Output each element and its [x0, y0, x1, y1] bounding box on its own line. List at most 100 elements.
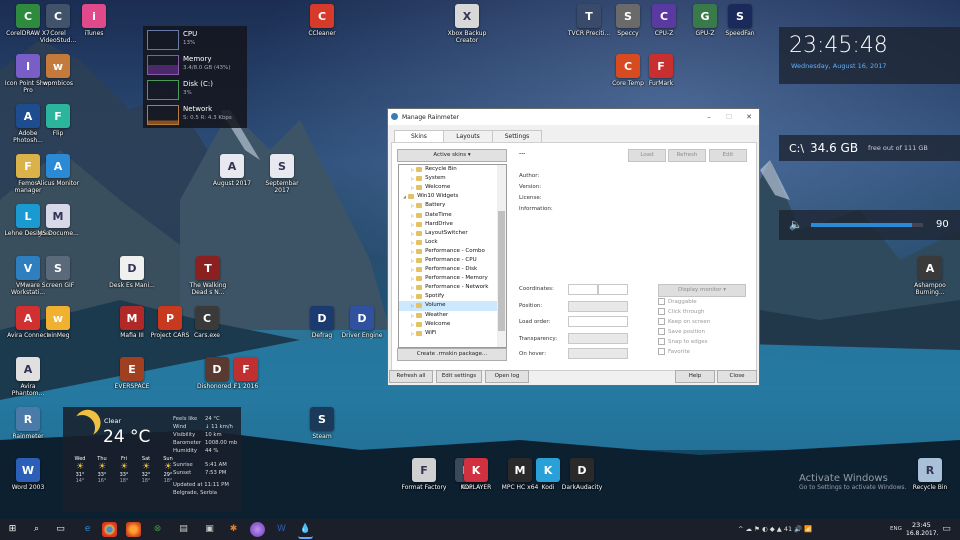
expander-icon[interactable]: ▷ [411, 311, 414, 320]
taskbar-date[interactable]: 16.8.2017. [906, 530, 938, 537]
expander-icon[interactable]: ▷ [411, 301, 414, 310]
tree-item[interactable]: ▷ DateTime [399, 210, 506, 219]
desktop-icon[interactable]: W Word 2003 [4, 458, 52, 491]
desktop-icon[interactable]: D Driver Engine [338, 306, 386, 339]
tree-item[interactable]: ▷ Lock [399, 238, 506, 247]
file-explorer-icon[interactable]: ▤ [176, 522, 191, 537]
desktop-icon[interactable]: R Recycle Bin [906, 458, 954, 491]
minimize-icon[interactable]: – [699, 109, 719, 125]
desktop-icon[interactable]: C Cars.exe [183, 306, 231, 339]
desktop-icon[interactable]: w wombicos [34, 54, 82, 87]
desktop-icon[interactable]: A Alicus Monitor [34, 154, 82, 187]
task-view-icon[interactable]: ▭ [53, 522, 68, 537]
desktop-icon[interactable]: X Xbox Backup Creator [443, 4, 491, 44]
tree-item[interactable]: ▷ LayoutSwitcher [399, 229, 506, 238]
on-hover-select[interactable] [568, 348, 628, 359]
clock-widget[interactable]: 23:45:48 Wednesday, August 16, 2017 [779, 27, 960, 84]
desktop-icon[interactable]: S Screen GIF [34, 256, 82, 289]
tree-item[interactable]: ▷ HardDrive [399, 220, 506, 229]
performance-widget[interactable]: CPU 13% Memory 3.4/8.0 GB (43%) Disk (C:… [143, 26, 247, 128]
action-center-icon[interactable]: ▭ [939, 522, 954, 537]
expander-icon[interactable]: ▷ [411, 220, 414, 229]
skins-tree[interactable]: ▷ Recycle Bin ▷ System ▷ Welcome ◢ Win10 Widget… [398, 164, 507, 348]
option-checkbox[interactable]: Save position [658, 328, 705, 335]
desktop-icon[interactable]: C CCleaner [298, 4, 346, 37]
desktop-icon[interactable]: w winMeg [34, 306, 82, 339]
taskbar-time[interactable]: 23:45 [912, 521, 931, 529]
option-checkbox[interactable]: Snap to edges [658, 338, 707, 345]
transparency-select[interactable] [568, 333, 628, 344]
option-checkbox[interactable]: Click through [658, 308, 704, 315]
desktop-icon[interactable]: M MS Docume... [34, 204, 82, 237]
expander-icon[interactable]: ▷ [411, 183, 414, 192]
window-titlebar[interactable]: Manage Rainmeter – ☐ ✕ [388, 109, 759, 125]
start-icon[interactable]: ⊞ [5, 522, 20, 537]
desktop-icon[interactable]: F FurMark [637, 54, 685, 87]
refresh-all-button[interactable]: Refresh all [389, 370, 433, 383]
refresh-button[interactable]: Refresh [668, 149, 706, 162]
rainmeter-taskbar-icon[interactable] [250, 522, 265, 537]
system-tray[interactable]: ^ ☁ ⚑ ◐ ◆ ▲ 41 🔊 📶 [738, 525, 812, 533]
close-icon[interactable]: ✕ [739, 109, 759, 125]
checkbox-box[interactable] [658, 308, 665, 315]
expander-icon[interactable]: ▷ [411, 174, 414, 183]
disk-widget[interactable]: C:\ 34.6 GB free out of 111 GB [779, 135, 960, 161]
desktop-icon[interactable]: T The Walking Dead s N... [184, 256, 232, 296]
expander-icon[interactable]: ▷ [411, 201, 414, 210]
settings-app-icon[interactable]: ✱ [226, 522, 241, 537]
desktop-icon[interactable]: S SpeedFan [716, 4, 764, 37]
desktop-icon[interactable]: F Format Factory [400, 458, 448, 491]
search-icon[interactable]: ⌕ [29, 522, 44, 537]
checkbox-box[interactable] [658, 338, 665, 345]
tree-item[interactable]: ▷ Performance - Memory [399, 274, 506, 283]
desktop-icon[interactable]: A Ashampoo Burning... [906, 256, 954, 296]
desktop-icon[interactable]: A August 2017 [208, 154, 256, 187]
load-button[interactable]: Load [628, 149, 666, 162]
tree-item[interactable]: ◢ Win10 Widgets [399, 192, 506, 201]
checkbox-box[interactable] [658, 328, 665, 335]
xbox-icon[interactable]: ⊗ [150, 522, 165, 537]
desktop-icon[interactable]: A Avira Phantom... [4, 357, 52, 397]
coord-x-field[interactable] [568, 284, 598, 295]
tree-item[interactable]: ▷ Performance - Disk [399, 265, 506, 274]
tree-item[interactable]: ▷ Battery [399, 201, 506, 210]
close-button[interactable]: Close [717, 370, 757, 383]
expander-icon[interactable]: ▷ [411, 211, 414, 220]
input-language[interactable]: ENG [890, 526, 902, 532]
option-checkbox[interactable]: Keep on screen [658, 318, 710, 325]
expander-icon[interactable]: ▷ [411, 292, 414, 301]
tab-skins[interactable]: Skins [394, 130, 444, 142]
maximize-icon[interactable]: ☐ [719, 109, 739, 125]
weather-widget[interactable]: Clear 24 °C Feels like 24 °C Wind ↓ 11 km/… [63, 407, 241, 512]
desktop-icon[interactable]: D Desk Es Mani... [108, 256, 156, 289]
volume-widget[interactable]: 🔈 90 [779, 210, 960, 240]
open-log-button[interactable]: Open log [485, 370, 529, 383]
load-order-field[interactable] [568, 316, 628, 327]
active-skins-button[interactable]: Active skins ▾ [397, 149, 507, 162]
expander-icon[interactable]: ▷ [411, 229, 414, 238]
expander-icon[interactable]: ▷ [411, 247, 414, 256]
expander-icon[interactable]: ▷ [411, 283, 414, 292]
expander-icon[interactable]: ◢ [403, 192, 406, 201]
chrome-icon[interactable] [102, 522, 117, 537]
edit-settings-button[interactable]: Edit settings [436, 370, 482, 383]
desktop-icon[interactable]: F Flip [34, 104, 82, 137]
create-rmskin-button[interactable]: Create .rmskin package... [397, 348, 507, 361]
store-icon[interactable]: ▣ [202, 522, 217, 537]
option-checkbox[interactable]: Draggable [658, 298, 697, 305]
tree-scrollbar[interactable] [497, 165, 506, 347]
tree-item[interactable]: ▷ Welcome [399, 320, 506, 329]
expander-icon[interactable]: ▷ [411, 329, 414, 338]
expander-icon[interactable]: ▷ [411, 256, 414, 265]
option-checkbox[interactable]: Favorite [658, 348, 690, 355]
desktop-icon[interactable]: i iTunes [70, 4, 118, 37]
desktop-icon[interactable]: F F1 2016 [222, 357, 270, 390]
tab-layouts[interactable]: Layouts [443, 130, 493, 142]
expander-icon[interactable]: ▷ [411, 274, 414, 283]
tree-item[interactable]: ▷ Performance - Combo [399, 247, 506, 256]
desktop-icon[interactable]: S Steam [298, 407, 346, 440]
desktop-icon[interactable]: K KOPLAYER [452, 458, 500, 491]
edge-icon[interactable]: e [80, 522, 95, 537]
tree-item[interactable]: ▷ Volume [399, 301, 506, 311]
checkbox-box[interactable] [658, 348, 665, 355]
